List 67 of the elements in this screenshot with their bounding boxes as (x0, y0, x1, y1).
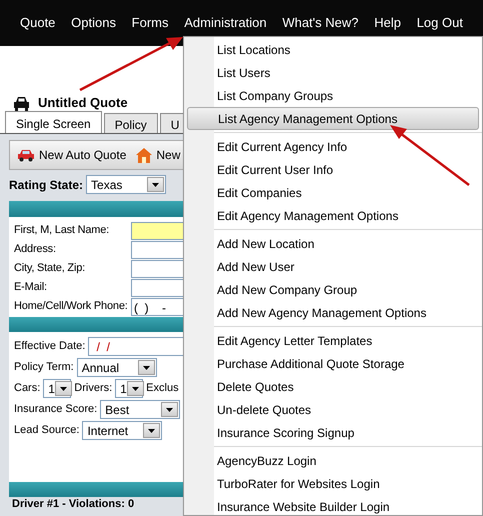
field-label: Insurance Score: (14, 402, 98, 418)
menu-item[interactable]: Purchase Additional Quote Storage (214, 352, 482, 375)
toolbar-button[interactable]: New (136, 146, 180, 164)
caret-icon (60, 386, 67, 390)
car-icon (13, 96, 30, 110)
menu-item[interactable]: List Locations (214, 38, 482, 61)
field-label: Policy Term: (14, 360, 74, 376)
nav-link[interactable]: Quote (20, 13, 56, 33)
field-label: Lead Source: (14, 423, 80, 438)
menu-item[interactable]: AgencyBuzz Login (214, 449, 482, 472)
caret-icon (152, 182, 160, 186)
menu-item[interactable]: Edit Current User Info (214, 158, 482, 181)
nav-link[interactable]: What's New? (282, 13, 358, 33)
caret-icon (148, 428, 156, 432)
menu-item[interactable]: List Users (214, 61, 482, 84)
select-field[interactable]: Texas (86, 175, 166, 194)
field-label: First, M, Last Name: (14, 223, 110, 238)
menu-item[interactable]: List Company Groups (214, 84, 482, 107)
nav-link[interactable]: Log Out (416, 13, 463, 33)
menu-item[interactable]: Edit Agency Management Options (214, 204, 482, 227)
field-label: Effective Date: (14, 339, 86, 354)
dropdown-arrow-button[interactable] (126, 381, 144, 396)
nav-link[interactable]: Administration (184, 13, 267, 33)
select-field[interactable]: Internet (82, 421, 162, 440)
select-field[interactable]: 1 (115, 379, 144, 398)
house-icon (136, 148, 152, 162)
field-label: Drivers: (74, 381, 112, 396)
select-field[interactable]: Annual (76, 358, 157, 377)
field-label: Cars: (14, 381, 40, 396)
caret-icon (166, 408, 174, 412)
quote-title: Untitled Quote (38, 94, 128, 112)
menu-item[interactable]: Edit Current Agency Info (214, 135, 482, 158)
dropdown-arrow-button[interactable] (54, 381, 72, 396)
dropdown-arrow-button[interactable] (138, 360, 155, 375)
dropdown-arrow-button[interactable] (161, 402, 178, 417)
menu-item[interactable]: Add New Agency Management Options (214, 301, 482, 324)
field-label: City, State, Zip: (14, 261, 86, 276)
nav-link[interactable]: Options (71, 13, 116, 33)
menu-item[interactable]: Add New Location (214, 232, 482, 255)
dropdown-arrow-button[interactable] (143, 423, 160, 438)
dropdown-arrow-button[interactable] (147, 177, 164, 192)
menu-item[interactable]: Un-delete Quotes (214, 398, 482, 421)
menu-item[interactable]: Add New Company Group (214, 278, 482, 301)
tab[interactable]: Single Screen (5, 111, 102, 133)
field-label: E-Mail: (14, 280, 48, 296)
menu-item[interactable]: TurboRater for Websites Login (214, 472, 482, 495)
tab[interactable]: Policy (104, 113, 158, 133)
field-label: Exclus (146, 381, 179, 396)
caret-icon (132, 386, 139, 390)
menu-item[interactable]: Edit Agency Letter Templates (214, 329, 482, 352)
caret-icon (142, 366, 150, 370)
menu-item[interactable]: Add New User (214, 255, 482, 278)
select-field[interactable]: Best (100, 400, 180, 419)
section-title: Driver #1 - Violations: 0 (11, 498, 136, 511)
toolbar-button[interactable]: New Auto Quote (17, 146, 126, 164)
field-label: Home/Cell/Work Phone: (14, 299, 129, 314)
menu-item[interactable]: List Agency Management Options (187, 107, 479, 130)
menu-item[interactable]: Insurance Scoring Signup (214, 421, 482, 444)
menu-item[interactable]: Edit Companies (214, 181, 482, 204)
car-icon (17, 148, 35, 162)
menu-item[interactable]: Delete Quotes (214, 375, 482, 398)
nav-link[interactable]: Forms (132, 13, 169, 33)
nav-link[interactable]: Help (374, 13, 401, 33)
select-field[interactable]: 1 (43, 379, 72, 398)
field-label: Rating State: (9, 176, 84, 194)
menu-item[interactable]: Insurance Website Builder Login (214, 495, 482, 516)
field-label: Address: (14, 242, 57, 258)
